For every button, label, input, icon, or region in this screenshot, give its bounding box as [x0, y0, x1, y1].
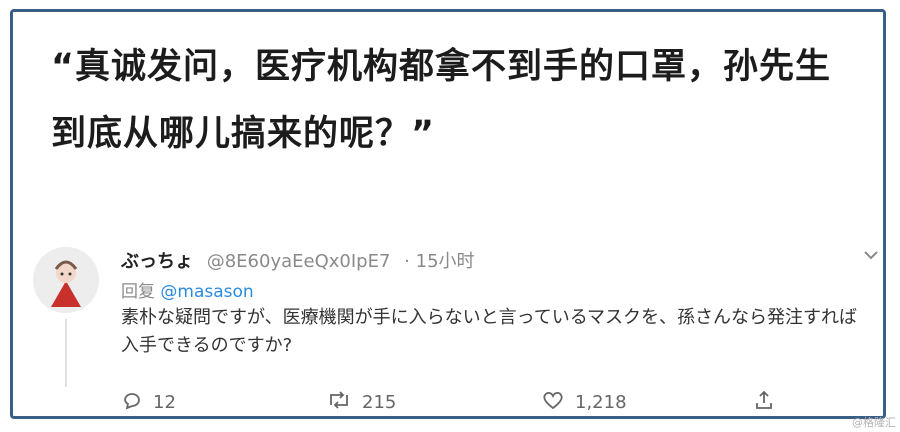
tweet-meta: ぶっちょ @8E60yaEeQx0IpE7 · 15小时	[121, 247, 475, 273]
display-name[interactable]: ぶっちょ	[121, 251, 193, 272]
retweet-icon	[326, 389, 352, 416]
like-action[interactable]: 1,218	[541, 389, 627, 416]
mention-link[interactable]: @masason	[160, 282, 253, 302]
chevron-down-icon[interactable]	[861, 245, 881, 270]
reply-context: 回复 @masason	[121, 277, 254, 302]
heart-icon	[541, 389, 565, 416]
avatar-illustration	[33, 247, 99, 313]
comment-icon	[121, 389, 143, 416]
tweet-text: 素朴な疑問ですが、医療機関が手に入らないと言っているマスクを、孫さんなら発注すれ…	[121, 307, 858, 356]
user-handle[interactable]: @8E60yaEeQx0IpE7	[207, 251, 391, 272]
like-count: 1,218	[575, 392, 627, 413]
tweet-time[interactable]: · 15小时	[404, 251, 474, 272]
thread-line	[65, 319, 67, 387]
watermark: @格隆汇	[852, 416, 896, 429]
tweet-actions: 12 215 1,218	[121, 389, 781, 419]
reply-count: 12	[153, 392, 176, 413]
screenshot-frame: “真诚发问，医疗机构都拿不到手的口罩，孙先生到底从哪儿搞来的呢？” ぶっちょ @…	[10, 9, 886, 419]
share-icon	[753, 389, 775, 416]
retweet-action[interactable]: 215	[326, 389, 396, 416]
share-action[interactable]	[753, 389, 775, 416]
reply-action[interactable]: 12	[121, 389, 176, 416]
headline-quote: “真诚发问，医疗机构都拿不到手的口罩，孙先生到底从哪儿搞来的呢？”	[51, 47, 832, 154]
avatar[interactable]	[33, 247, 99, 313]
retweet-count: 215	[362, 392, 397, 413]
reply-prefix: 回复	[121, 282, 155, 302]
